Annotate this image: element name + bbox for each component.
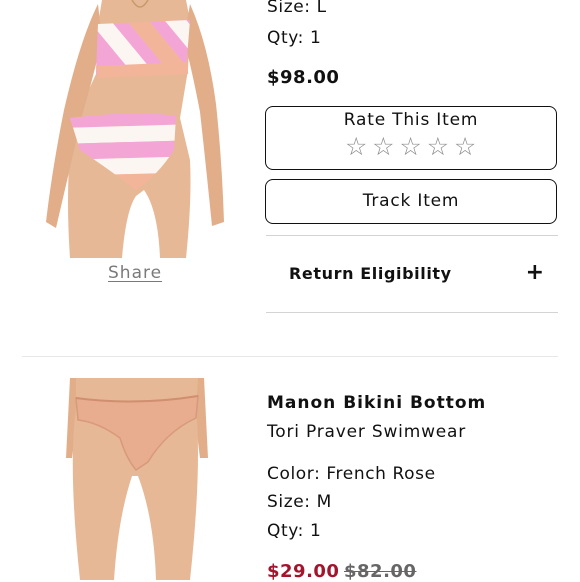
product-brand: Tori Praver Swimwear	[267, 422, 467, 442]
return-eligibility-label: Return Eligibility	[289, 264, 452, 283]
rate-item-label: Rate This Item	[343, 110, 479, 130]
item-quantity: Qty: 1	[267, 521, 322, 541]
product-image-striped-bikini[interactable]	[40, 0, 226, 260]
item-price: $98.00	[267, 67, 340, 88]
item-color: Color: French Rose	[267, 464, 436, 484]
plus-icon[interactable]: +	[526, 262, 544, 284]
divider	[266, 312, 558, 313]
original-price: $82.00	[344, 561, 417, 582]
star-icon[interactable]: ☆	[372, 134, 395, 159]
star-icon[interactable]: ☆	[427, 134, 450, 159]
star-icon[interactable]: ☆	[345, 134, 368, 159]
rate-item-button[interactable]: Rate This Item ☆ ☆ ☆ ☆ ☆	[265, 106, 557, 170]
item-size: Size: L	[267, 0, 327, 17]
return-eligibility-toggle[interactable]: Return Eligibility +	[266, 236, 558, 312]
star-icon[interactable]: ☆	[454, 134, 477, 159]
item-separator	[22, 356, 558, 357]
item-quantity: Qty: 1	[267, 28, 322, 48]
star-rating[interactable]: ☆ ☆ ☆ ☆ ☆	[266, 134, 556, 159]
share-link[interactable]: Share	[108, 263, 162, 283]
item-size: Size: M	[267, 492, 332, 512]
star-icon[interactable]: ☆	[399, 134, 422, 159]
track-item-button[interactable]: Track Item	[265, 179, 557, 224]
swimsuit-photo-icon	[66, 378, 208, 580]
product-image-bikini-bottom[interactable]	[62, 378, 210, 580]
product-name[interactable]: Manon Bikini Bottom	[267, 393, 486, 413]
sale-price: $29.00	[267, 561, 340, 582]
swimsuit-photo-icon	[46, 0, 224, 258]
